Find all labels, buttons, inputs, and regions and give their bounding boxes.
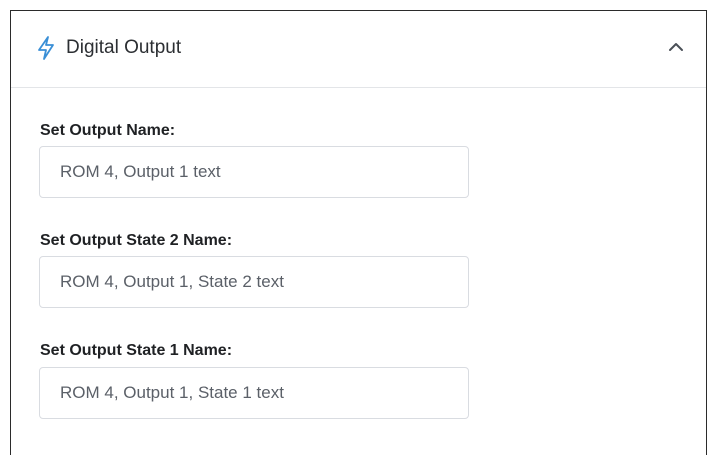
digital-output-panel: Digital Output Set Output Name: Set Outp… xyxy=(10,10,707,455)
panel-header[interactable]: Digital Output xyxy=(11,11,706,88)
output-state-2-name-input[interactable] xyxy=(39,256,469,308)
chevron-up-icon xyxy=(669,43,683,51)
panel-title: Digital Output xyxy=(66,37,182,58)
output-state-1-name-input[interactable] xyxy=(39,367,469,419)
output-state-2-name-label: Set Output State 2 Name: xyxy=(40,232,233,249)
output-name-label: Set Output Name: xyxy=(40,122,176,139)
lightning-bolt-icon xyxy=(36,35,56,61)
output-state-1-name-label: Set Output State 1 Name: xyxy=(40,342,233,359)
collapse-button[interactable] xyxy=(662,33,690,61)
output-name-input[interactable] xyxy=(39,146,469,198)
